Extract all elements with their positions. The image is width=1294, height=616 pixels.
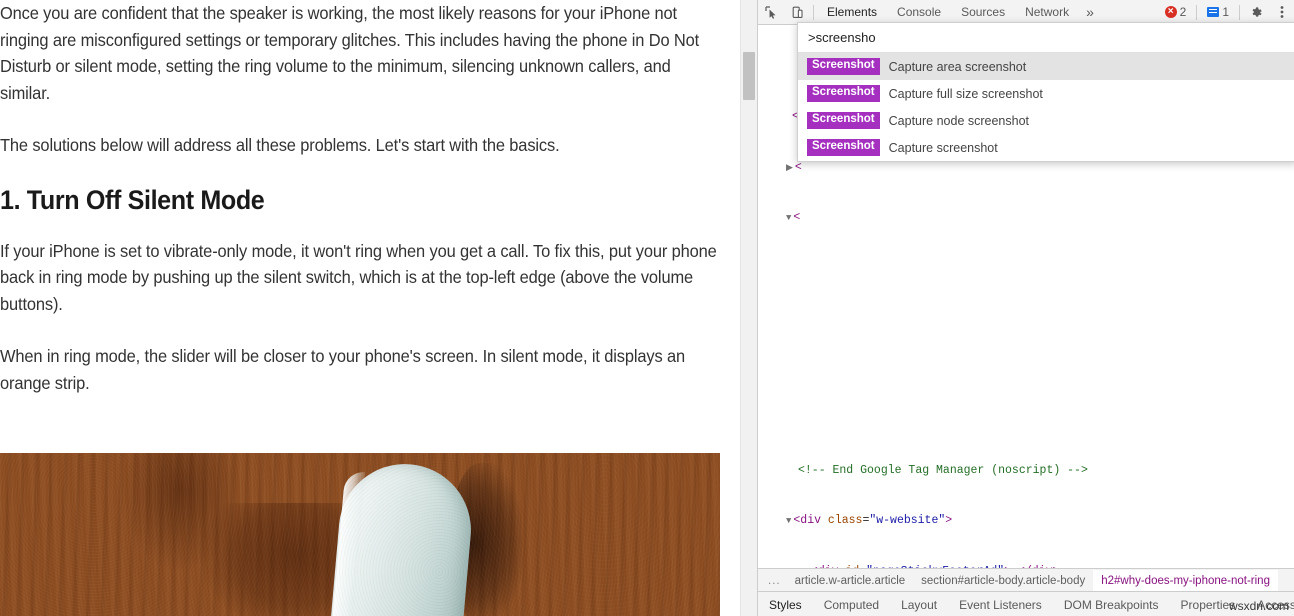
gear-icon[interactable] (1243, 1, 1269, 24)
command-palette-input[interactable]: >screensho (798, 23, 1294, 53)
message-badge[interactable]: 1 (1200, 5, 1236, 19)
palette-item-tag: Screenshot (807, 112, 880, 129)
tab-computed[interactable]: Computed (813, 593, 890, 616)
tab-network[interactable]: Network (1015, 1, 1079, 24)
command-palette[interactable]: >screensho Screenshot Capture area scree… (797, 22, 1294, 162)
toolbar-divider (1239, 5, 1240, 20)
palette-item-capture-area[interactable]: Screenshot Capture area screenshot (798, 53, 1294, 80)
dom-line[interactable]: ▼<div class="w-website"> (758, 513, 1294, 530)
tab-accessibility[interactable]: Accessibility (1246, 593, 1294, 616)
palette-item-tag: Screenshot (807, 85, 880, 102)
tab-layout[interactable]: Layout (890, 593, 948, 616)
page-scrollbar[interactable] (740, 0, 757, 616)
palette-item-tag: Screenshot (807, 139, 880, 156)
palette-item-label: Capture node screenshot (889, 114, 1029, 128)
tab-dom-breakpoints[interactable]: DOM Breakpoints (1053, 593, 1170, 616)
error-count: 2 (1180, 5, 1187, 19)
dom-line[interactable]: ▶ (758, 412, 1294, 429)
dom-line[interactable]: <!-- End Google Tag Manager (noscript) -… (758, 463, 1294, 480)
tab-console[interactable]: Console (887, 1, 951, 24)
dom-line[interactable]: ▶< (758, 160, 1294, 177)
devtools-sidebar-tabs: Styles Computed Layout Event Listeners D… (758, 591, 1294, 616)
article-paragraph: The solutions below will address all the… (0, 132, 722, 159)
webpage-content-pane: Once you are confident that the speaker … (0, 0, 740, 616)
dom-line[interactable] (758, 261, 1294, 278)
toolbar-divider (813, 5, 814, 20)
device-toolbar-icon[interactable] (784, 1, 810, 24)
breadcrumb-overflow[interactable]: ... (758, 570, 787, 592)
article-paragraph: If your iPhone is set to vibrate-only mo… (0, 238, 722, 318)
palette-item-capture-full[interactable]: Screenshot Capture full size screenshot (798, 80, 1294, 107)
palette-item-label: Capture area screenshot (889, 60, 1027, 74)
inspect-cursor-icon[interactable] (758, 1, 784, 24)
tab-properties[interactable]: Properties (1170, 593, 1247, 616)
error-icon: × (1165, 6, 1177, 18)
breadcrumb-item-article[interactable]: article.w-article.article (787, 570, 914, 592)
dom-line[interactable]: ▼< (758, 210, 1294, 227)
breadcrumb-item-section[interactable]: section#article-body.article-body (913, 570, 1093, 592)
breadcrumb[interactable]: ... article.w-article.article section#ar… (758, 568, 1294, 592)
error-badge[interactable]: × 2 (1158, 5, 1194, 19)
palette-item-tag: Screenshot (807, 58, 880, 75)
palette-item-capture-screenshot[interactable]: Screenshot Capture screenshot (798, 134, 1294, 161)
message-count: 1 (1222, 5, 1229, 19)
photo-film-grain (0, 453, 720, 616)
palette-item-label: Capture screenshot (889, 141, 998, 155)
article-paragraph: When in ring mode, the slider will be cl… (0, 343, 722, 396)
article-body: Once you are confident that the speaker … (0, 0, 722, 422)
breadcrumb-item-h2[interactable]: h2#why-does-my-iphone-not-ring (1093, 570, 1278, 592)
palette-item-capture-node[interactable]: Screenshot Capture node screenshot (798, 107, 1294, 134)
tab-sources[interactable]: Sources (951, 1, 1015, 24)
article-paragraph: Once you are confident that the speaker … (0, 0, 722, 106)
tab-elements[interactable]: Elements (817, 1, 887, 24)
screenshot-root: Once you are confident that the speaker … (0, 0, 1294, 616)
kebab-menu-icon[interactable] (1269, 1, 1294, 24)
dom-line[interactable] (758, 362, 1294, 379)
tab-styles[interactable]: Styles (758, 593, 813, 616)
article-photo (0, 453, 720, 616)
page-scrollbar-thumb[interactable] (743, 52, 755, 100)
message-icon (1207, 7, 1219, 17)
more-tabs-chevron-icon[interactable]: » (1079, 4, 1101, 20)
article-heading-silent-mode: 1. Turn Off Silent Mode (0, 185, 671, 216)
dom-line[interactable] (758, 311, 1294, 328)
tab-event-listeners[interactable]: Event Listeners (948, 593, 1053, 616)
devtools-panel: Elements Console Sources Network » × 2 1 (757, 0, 1294, 616)
palette-item-label: Capture full size screenshot (889, 87, 1043, 101)
toolbar-divider (1196, 5, 1197, 20)
